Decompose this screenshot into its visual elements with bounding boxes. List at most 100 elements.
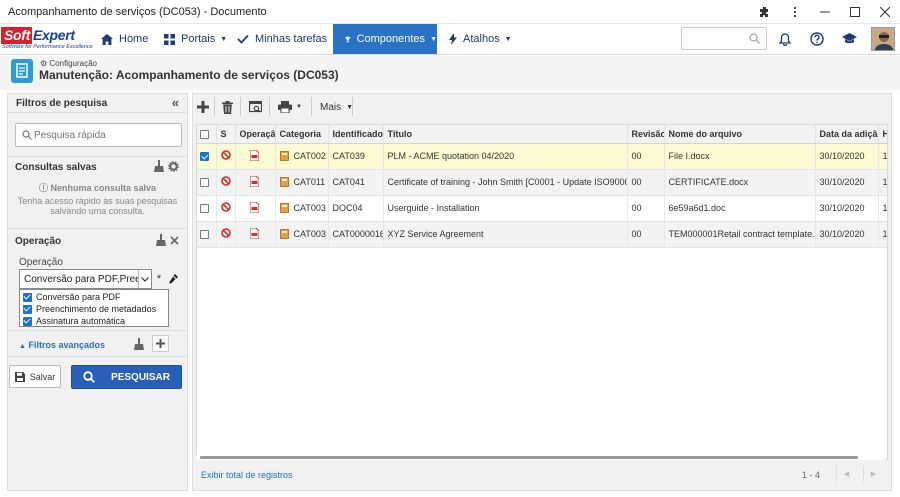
column-header-data-adicao[interactable]: Data da adição	[815, 125, 879, 144]
minimize-icon[interactable]	[810, 0, 840, 24]
more-actions-button[interactable]: Mais ▼	[320, 97, 353, 117]
no-saved-title: Nenhuma consulta salva	[50, 183, 157, 193]
gear-icon[interactable]	[168, 160, 179, 172]
maximize-icon[interactable]	[840, 0, 870, 24]
column-header-nome-arquivo[interactable]: Nome do arquivo	[664, 125, 816, 144]
nav-atalhos[interactable]: Atalhos ▼	[449, 24, 512, 54]
h-cell: 15	[878, 221, 887, 248]
info-icon: ⓘ	[38, 183, 48, 193]
table-row[interactable]: CAT011 CAT041 Certificate of training - …	[197, 169, 887, 196]
print-menu-button[interactable]: ▼	[276, 97, 304, 117]
column-header-status[interactable]: S	[216, 125, 236, 144]
column-header-operacao[interactable]: Operação	[235, 125, 276, 144]
show-total-records-link[interactable]: Exibir total de registros	[201, 470, 293, 480]
option-assinatura-automatica[interactable]: Assinatura automática	[23, 315, 125, 327]
nav-minhas-tarefas[interactable]: Minhas tarefas ▼	[237, 24, 339, 54]
broom-icon[interactable]	[154, 160, 164, 172]
scrollbar-thumb[interactable]	[200, 456, 858, 459]
extensions-icon[interactable]	[750, 0, 780, 24]
add-record-button[interactable]	[194, 97, 211, 117]
divider	[352, 97, 353, 116]
option-preenchimento-metadados[interactable]: Preenchimento de metadados	[23, 303, 156, 315]
table-row[interactable]: CAT002 CAT039 PLM - ACME quotation 04/20…	[197, 143, 887, 170]
asterisk-icon[interactable]: *	[153, 269, 165, 289]
breadcrumb[interactable]: ⚙ Configuração	[40, 59, 97, 68]
global-search-input[interactable]	[681, 27, 767, 50]
view-record-button[interactable]	[247, 97, 264, 117]
search-icon	[83, 371, 95, 383]
filters-title: Filtros de pesquisa	[16, 98, 108, 109]
operation-select[interactable]: Conversão para PDF,Preenchimento	[19, 269, 152, 289]
next-page-icon[interactable]: ▶	[863, 466, 883, 482]
nav-home[interactable]: Home	[101, 24, 148, 54]
row-checkbox-checked[interactable]	[200, 152, 209, 162]
horizontal-scrollbar[interactable]	[196, 455, 885, 460]
save-query-button[interactable]: Salvar	[9, 365, 61, 388]
graduation-cap-icon[interactable]	[839, 29, 859, 49]
filename-cell: TEM000001Retail contract template.doc	[664, 221, 816, 248]
checkbox-checked[interactable]	[23, 304, 32, 314]
column-header-identificador[interactable]: Identificador	[328, 125, 384, 144]
logo-tagline: Software for Performance Excellence	[2, 44, 93, 50]
category-icon	[279, 151, 289, 162]
title-cell: XYZ Service Agreement	[383, 221, 628, 248]
chevron-down-icon: ▼	[220, 35, 228, 43]
quick-search-input[interactable]	[34, 127, 174, 143]
column-header-titulo[interactable]: Título	[383, 125, 628, 144]
previous-page-icon[interactable]: ◀	[836, 466, 856, 482]
plus-icon	[156, 339, 165, 348]
quick-search-field[interactable]	[15, 123, 182, 147]
notifications-bell-icon[interactable]	[775, 29, 795, 49]
row-checkbox[interactable]	[200, 204, 209, 214]
divider	[214, 97, 215, 116]
date-cell: 30/10/2020	[815, 169, 879, 196]
checkbox-checked[interactable]	[23, 316, 32, 326]
column-header-h[interactable]: H	[878, 125, 887, 144]
delete-record-button[interactable]	[219, 97, 236, 117]
close-icon[interactable]	[870, 0, 900, 24]
chevron-down-icon[interactable]	[138, 270, 151, 288]
row-checkbox[interactable]	[200, 178, 209, 188]
help-icon[interactable]	[807, 29, 827, 49]
search-button[interactable]: PESQUISAR	[71, 365, 182, 389]
broom-icon[interactable]	[134, 337, 144, 350]
title-cell: Userguide - Installation	[383, 195, 628, 222]
saved-queries-title: Consultas salvas	[15, 162, 97, 173]
remove-icon[interactable]	[170, 235, 179, 245]
identifier-cell: CAT039	[328, 143, 384, 170]
checkbox-checked[interactable]	[23, 292, 32, 302]
nav-componentes[interactable]: Componentes ▼	[333, 24, 437, 54]
grid-footer: Exibir total de registros 1 - 4 ◀ ▶	[196, 461, 888, 488]
column-header-revisao[interactable]: Revisão	[627, 125, 665, 144]
table-row[interactable]: CAT003 DOC04 Userguide - Installation 00…	[197, 195, 887, 222]
category-value: CAT011	[293, 176, 326, 187]
more-options-icon[interactable]	[780, 0, 810, 24]
broom-icon[interactable]	[156, 234, 166, 246]
advanced-filters-toggle[interactable]: ▲ Filtros avançados	[19, 340, 105, 350]
add-filter-button[interactable]	[152, 335, 169, 352]
eyedropper-icon[interactable]	[167, 269, 179, 289]
main-navbar: Soft Expert Software for Performance Exc…	[0, 24, 900, 55]
title-cell: Certificate of training - John Smith [C0…	[383, 169, 628, 196]
table-row[interactable]: CAT003 CAT0000016 XYZ Service Agreement …	[197, 221, 887, 248]
softexpert-logo[interactable]: Soft Expert Software for Performance Exc…	[1, 27, 93, 53]
collapse-panel-icon[interactable]: «	[172, 95, 179, 110]
title-cell: PLM - ACME quotation 04/2020	[383, 143, 628, 170]
advanced-filters-label: Filtros avançados	[28, 340, 105, 350]
window-title: Acompanhamento de serviços (DC053) - Doc…	[8, 5, 267, 18]
select-all-checkbox[interactable]	[200, 129, 209, 139]
column-header-categoria[interactable]: Categoria	[275, 125, 329, 144]
revision-cell: 00	[627, 169, 665, 196]
user-avatar[interactable]	[871, 27, 895, 51]
category-value: CAT002	[293, 150, 326, 161]
row-select-cell	[197, 143, 217, 170]
revision-cell: 00	[627, 143, 665, 170]
divider	[311, 97, 312, 116]
option-conversao-pdf[interactable]: Conversão para PDF	[23, 291, 121, 303]
nav-portais[interactable]: Portais ▼	[164, 24, 227, 54]
chevron-down-icon: ▼	[430, 35, 437, 43]
blocked-status-icon	[220, 176, 231, 186]
gear-icon: ⚙	[40, 59, 48, 68]
row-checkbox[interactable]	[200, 230, 209, 240]
operation-cell	[235, 195, 276, 222]
